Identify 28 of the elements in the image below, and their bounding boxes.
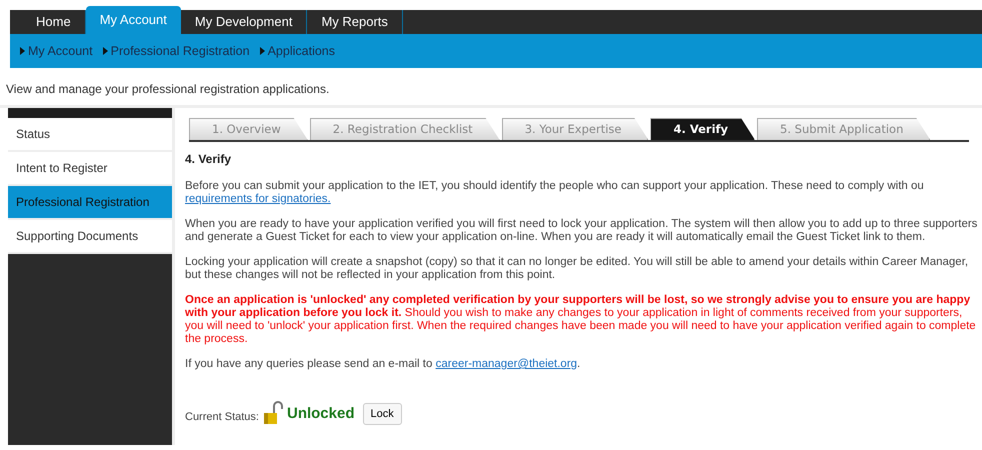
step-tab[interactable]: 1. Overview <box>189 118 308 140</box>
step-tab[interactable]: 4. Verify <box>650 118 756 140</box>
email-link[interactable]: career-manager@theiet.org <box>436 358 578 370</box>
status-label: Current Status: <box>185 410 259 424</box>
warning-paragraph: Once an application is 'unlocked' any completed verification by your supporters will be lost, so we strongly advise you to ensure you are happy with your application before you lock it. Should you wish to make any changes to your application in light of comments received from your supporters, you will need to 'unlock' your application first. When the required changes have been made you will need to have your application verified again to complete the process. <box>185 294 977 346</box>
sidebar-item[interactable]: Supporting Documents <box>8 220 172 254</box>
step-tab[interactable]: 5. Submit Application <box>757 118 930 140</box>
breadcrumb-link[interactable]: Applications <box>260 42 335 60</box>
caret-icon <box>102 47 108 55</box>
paragraph: If you have any queries please send an e-mail to career-manager@theiet.org. <box>185 358 582 371</box>
paragraph: When you are ready to have your application verified you will first need to lock your application. The system will then allow you to add up to three supporters and generate a Guest Ticket for each to view your application on-line. When you are ready it will automatically email the Guest Ticket link to them. <box>185 218 978 244</box>
page-description: View and manage your professional registration applications. <box>6 81 330 98</box>
nav-tab[interactable]: My Account <box>86 6 181 34</box>
breadcrumb-link[interactable]: My Account <box>20 42 93 60</box>
section-heading: 4. Verify <box>185 151 232 168</box>
paragraph: Locking your application will create a snapshot (copy) so that it can no longer be edited. You will still be able to amend your details within Career Manager, but these changes will not be reflected in your application from this point. <box>185 256 970 282</box>
sidebar-item[interactable]: Status <box>8 118 172 152</box>
caret-icon <box>260 47 265 55</box>
caret-icon <box>20 47 25 55</box>
lock-button[interactable]: Lock <box>362 402 402 425</box>
step-tab[interactable]: 2. Registration Checklist <box>310 118 500 140</box>
breadcrumb-link[interactable]: Professional Registration <box>102 42 250 60</box>
paragraph: Before you can submit your application to the IET, you should identify the people who can support your application. These need to comply with ou requirements for signatories. <box>185 180 925 206</box>
status-value: Unlocked <box>286 404 354 424</box>
step-tab[interactable]: 3. Your Expertise <box>502 118 648 140</box>
sidebar-item[interactable]: Professional Registration <box>8 186 172 220</box>
link[interactable]: requirements for signatories. <box>185 193 331 205</box>
sidebar-item[interactable]: Intent to Register <box>8 152 172 186</box>
